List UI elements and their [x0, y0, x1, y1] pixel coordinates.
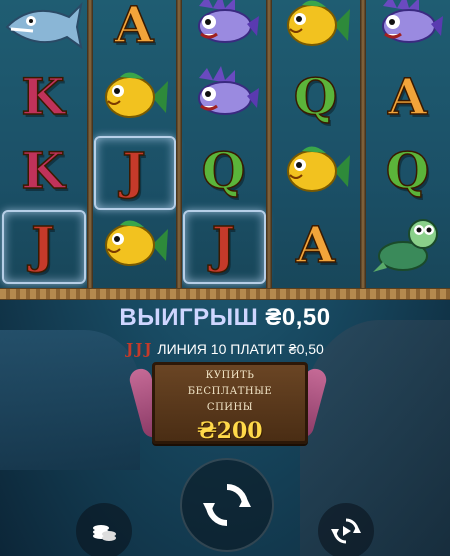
reel-cell [271, 0, 360, 62]
reel-cell [271, 134, 360, 208]
buy-line3: СПИНЫ [206, 402, 254, 413]
symbol-k: K [21, 67, 66, 126]
symbol-q: Q [385, 141, 430, 200]
line-symbols: JJJ [126, 340, 153, 358]
reel-cell [92, 60, 176, 134]
reel-separator [360, 0, 366, 300]
reel-cell [181, 0, 266, 62]
rope-divider [0, 288, 450, 300]
winning-symbol-frame [183, 210, 266, 284]
bet-coins-button[interactable] [76, 503, 132, 556]
reel-cell: Q [365, 134, 450, 208]
reel-cell [365, 0, 450, 62]
reel-cell: Q [181, 134, 266, 208]
line-symbol-j: J [135, 340, 143, 358]
line-pay-info: JJJ ЛИНИЯ 10 ПЛАТИТ ₴0,50 [0, 340, 450, 358]
line-pay-text: ЛИНИЯ 10 ПЛАТИТ ₴0,50 [157, 341, 324, 357]
symbol-a: A [114, 0, 154, 54]
coins-stack-icon [93, 525, 116, 541]
lionfish-icon [381, 0, 443, 43]
symbol-q: Q [201, 141, 246, 200]
reel-cell [365, 208, 450, 282]
winning-symbol-frame [94, 136, 176, 210]
reel-cell: Q [271, 60, 360, 134]
autoplay-icon [331, 518, 361, 544]
line-symbol-j: J [144, 340, 152, 358]
yellow-fish-icon [105, 72, 168, 118]
reel-cell: K [0, 134, 86, 208]
game-stage: AKQAKJQQJJA ВЫИГРЫШ ₴0,50 JJJ ЛИНИЯ 10 П… [0, 0, 450, 556]
yellow-fish-icon [286, 146, 350, 192]
autoplay-button[interactable] [318, 503, 374, 556]
shark-icon [5, 2, 83, 50]
winning-symbol-frame [2, 210, 86, 284]
symbol-a: A [387, 67, 427, 126]
symbol-q: Q [293, 67, 338, 126]
line-symbol-j: J [126, 340, 134, 358]
reels-area: AKQAKJQQJJA [0, 0, 450, 296]
reel-cell [0, 0, 86, 62]
yellow-fish-icon [105, 220, 168, 266]
reel-separator [87, 0, 93, 300]
reel-cell: K [0, 60, 86, 134]
win-display: ВЫИГРЫШ ₴0,50 [0, 304, 450, 332]
buy-line2: БЕСПЛАТНЫЕ [187, 386, 273, 397]
reel-separator [176, 0, 182, 300]
win-label: ВЫИГРЫШ [119, 304, 259, 331]
lionfish-icon [197, 66, 259, 115]
reel-cell: A [271, 208, 360, 282]
symbol-a: A [295, 215, 335, 274]
reel-cell [92, 208, 176, 282]
spin-button[interactable] [180, 458, 274, 552]
yellow-fish-icon [286, 0, 350, 46]
buy-line1: КУПИТЬ [205, 370, 255, 381]
symbol-k: K [21, 141, 66, 200]
reel-cell: A [92, 0, 176, 62]
reel-cell [181, 60, 266, 134]
reel-cell: A [365, 60, 450, 134]
buy-price: ₴200 [197, 418, 263, 444]
buy-free-spins-button[interactable]: КУПИТЬ БЕСПЛАТНЫЕ СПИНЫ ₴200 [152, 362, 308, 444]
lionfish-icon [197, 0, 259, 43]
refresh-arrows-icon [203, 484, 251, 526]
turtle-icon [372, 219, 438, 272]
reel-separator [266, 0, 272, 300]
win-amount: ₴0,50 [265, 304, 331, 331]
